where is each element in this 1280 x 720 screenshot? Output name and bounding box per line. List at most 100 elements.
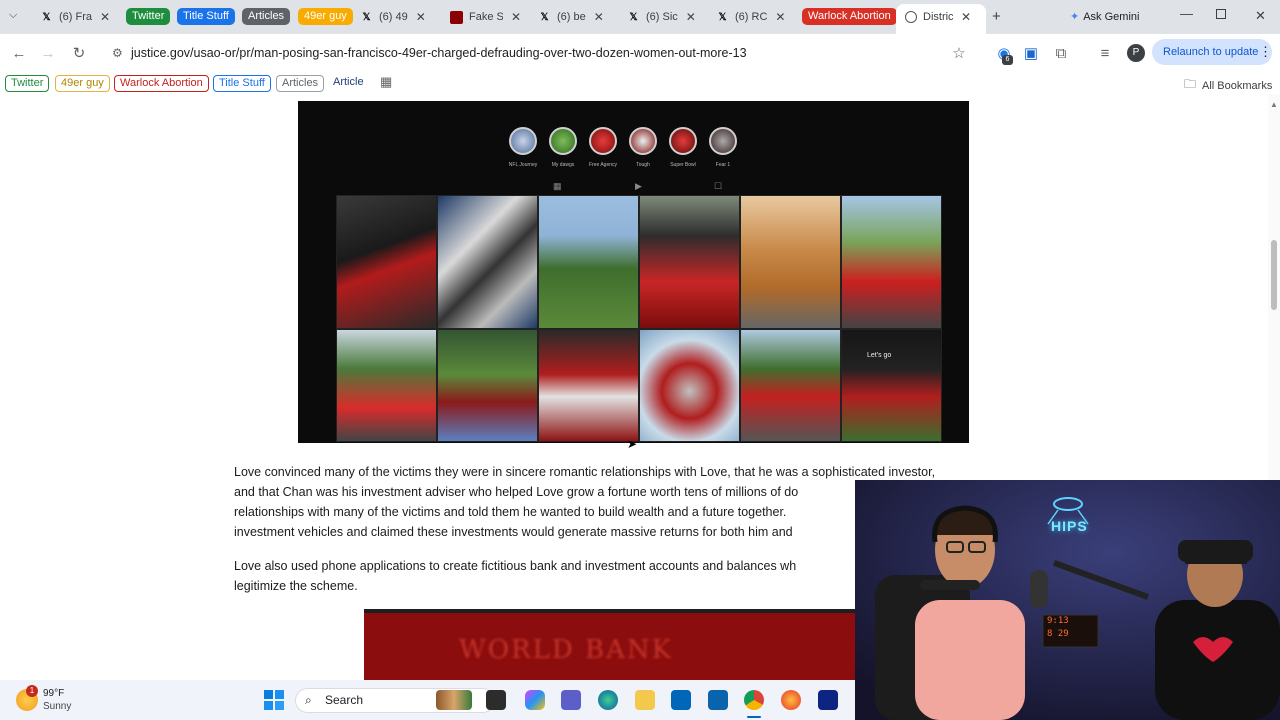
relaunch-to-update-button[interactable]: Relaunch to update ⋮	[1152, 39, 1272, 65]
all-bookmarks-button[interactable]: 🗀 All Bookmarks	[1184, 75, 1272, 96]
mail-icon[interactable]	[708, 690, 728, 710]
edge-icon[interactable]	[598, 690, 618, 710]
extensions-puzzle-icon[interactable]: ⧉	[1051, 43, 1071, 63]
chrome-icon[interactable]	[744, 690, 764, 710]
windows-start-icon[interactable]	[264, 690, 284, 710]
story-label: Fear 1	[715, 162, 731, 168]
close-icon[interactable]: ✕	[594, 10, 604, 24]
tab-label: (6) Sic	[646, 11, 678, 23]
task-view-icon[interactable]	[486, 690, 506, 710]
story-highlight	[709, 127, 737, 155]
store-icon[interactable]	[671, 690, 691, 710]
address-bar[interactable]: ⚙ justice.gov/usao-or/pr/man-posing-san-…	[104, 38, 984, 68]
story-highlight	[549, 127, 577, 155]
tab-4[interactable]: 𝕏 (6) be ✕	[538, 6, 604, 28]
new-tab-plus-icon[interactable]: +	[992, 8, 1001, 25]
tab-group-articles[interactable]: Articles	[242, 8, 291, 25]
tab-search-chevron-icon[interactable]: ⌵	[9, 9, 17, 22]
photo-tile	[639, 329, 740, 442]
world-bank-screenshot-image: WORLD BANK	[364, 609, 864, 680]
bookmark-article[interactable]: Article	[333, 76, 364, 88]
forward-arrow-icon[interactable]: →	[38, 43, 58, 63]
photo-tile	[437, 329, 538, 442]
close-icon[interactable]: ✕	[511, 10, 521, 24]
instagram-profile-screenshot-image: NFL Journey My dawgs Free Agency Tough S…	[298, 101, 969, 443]
tab-2[interactable]: 𝕏 (6) 49 ✕	[360, 6, 426, 28]
bookmarks-bar: Twitter 49er guy Warlock Abortion Title …	[0, 72, 1280, 94]
media-controls-icon[interactable]: ≡	[1095, 43, 1115, 63]
search-highlight-icon[interactable]	[436, 690, 472, 710]
copilot-icon[interactable]	[525, 690, 545, 710]
weather-badge: 1	[26, 685, 38, 697]
photo-tile	[336, 195, 437, 329]
bookmark-folder-49er-guy[interactable]: 49er guy	[55, 75, 110, 92]
scrollbar-thumb[interactable]	[1271, 240, 1277, 310]
toolbar: ← → ↻ ⚙ justice.gov/usao-or/pr/man-posin…	[0, 34, 1280, 72]
story-label: Free Agency	[588, 162, 618, 168]
tab-6[interactable]: 𝕏 (6) RC ✕	[716, 6, 785, 28]
tab-label: (6) be	[557, 11, 586, 23]
reload-icon[interactable]: ↻	[69, 43, 89, 63]
bookmark-folder-warlock-abortion[interactable]: Warlock Abortion	[114, 75, 209, 92]
tab-strip: ⌵ 𝕏 (6) Fra ✕ Twitter Title Stuff Articl…	[0, 0, 1280, 34]
x-logo-icon: 𝕏	[362, 11, 371, 23]
bookmark-folder-title-stuff[interactable]: Title Stuff	[213, 75, 271, 92]
tab-label: Fake S	[469, 11, 503, 23]
close-icon[interactable]: ✕	[416, 10, 426, 24]
paragraph-line: Love convinced many of the victims they …	[234, 465, 936, 479]
folder-icon: 🗀	[1184, 77, 1197, 91]
tab-active[interactable]: Distric ✕	[905, 6, 971, 28]
close-icon[interactable]: ✕	[775, 10, 785, 24]
story-label: NFL Journey	[508, 162, 538, 168]
close-icon[interactable]: ✕	[961, 10, 971, 24]
tab-5[interactable]: 𝕏 (6) Sic ✕	[627, 6, 696, 28]
teams-icon[interactable]	[561, 690, 581, 710]
tab-group-title-stuff[interactable]: Title Stuff	[177, 8, 235, 25]
profile-avatar[interactable]: P	[1127, 44, 1145, 62]
minimize-icon[interactable]: —	[1180, 6, 1193, 21]
world-bank-text: WORLD BANK	[459, 635, 674, 665]
ask-gemini-button[interactable]: ✦ Ask Gemini	[1070, 10, 1139, 24]
bookmark-folder-twitter[interactable]: Twitter	[5, 75, 50, 92]
window-close-icon[interactable]: ✕	[1255, 8, 1266, 24]
search-icon: ⌕	[305, 693, 312, 707]
doj-seal-icon	[905, 11, 917, 23]
tab-label: (6) Fra	[59, 11, 92, 23]
extension-2-icon[interactable]: ▣	[1021, 43, 1041, 63]
tab-group-twitter[interactable]: Twitter	[126, 8, 171, 25]
more-vert-icon[interactable]: ⋮	[1259, 39, 1272, 65]
apps-grid-icon[interactable]: ▦	[380, 74, 392, 90]
tile-caption: Let's go	[867, 352, 892, 359]
bookmark-star-icon[interactable]: ☆	[949, 43, 969, 63]
back-arrow-icon[interactable]: ←	[9, 43, 29, 63]
dropbox-icon[interactable]	[818, 690, 838, 710]
tab-label: (6) 49	[379, 11, 408, 23]
tab-3[interactable]: Fake S ✕	[450, 6, 521, 28]
firefox-icon[interactable]	[781, 690, 801, 710]
x-logo-icon: 𝕏	[718, 11, 727, 23]
file-explorer-icon[interactable]	[635, 690, 655, 710]
grid-view-icon: ▦	[553, 181, 562, 191]
photo-tile	[639, 195, 740, 329]
restore-icon[interactable]	[1216, 9, 1226, 19]
photo-tile	[740, 329, 841, 442]
story-highlight	[669, 127, 697, 155]
tab-group-warlock-abortion[interactable]: Warlock Abortion	[802, 8, 897, 25]
bookmark-folder-articles[interactable]: Articles	[276, 75, 325, 92]
close-icon[interactable]: ✕	[100, 10, 110, 24]
site-info-icon[interactable]: ⚙	[112, 38, 123, 68]
weather-temp: 99°F	[43, 688, 65, 699]
neon-sign-text: HIPS	[1051, 518, 1088, 534]
photo-tile	[740, 195, 841, 329]
scroll-up-arrow-icon[interactable]: ▲	[1270, 100, 1278, 109]
photo-tile: Let's go	[841, 329, 942, 442]
tab-1[interactable]: 𝕏 (6) Fra ✕	[40, 6, 110, 28]
story-label: My dawgs	[551, 162, 575, 168]
url-text: justice.gov/usao-or/pr/man-posing-san-fr…	[131, 46, 747, 60]
tab-group-49er-guy[interactable]: 49er guy	[298, 8, 353, 25]
close-icon[interactable]: ✕	[686, 10, 696, 24]
chrome-active-indicator	[747, 716, 761, 718]
reels-icon: ▶	[635, 181, 642, 191]
clock-temp: 8 29	[1047, 629, 1069, 639]
webcam-scene	[855, 480, 1280, 720]
